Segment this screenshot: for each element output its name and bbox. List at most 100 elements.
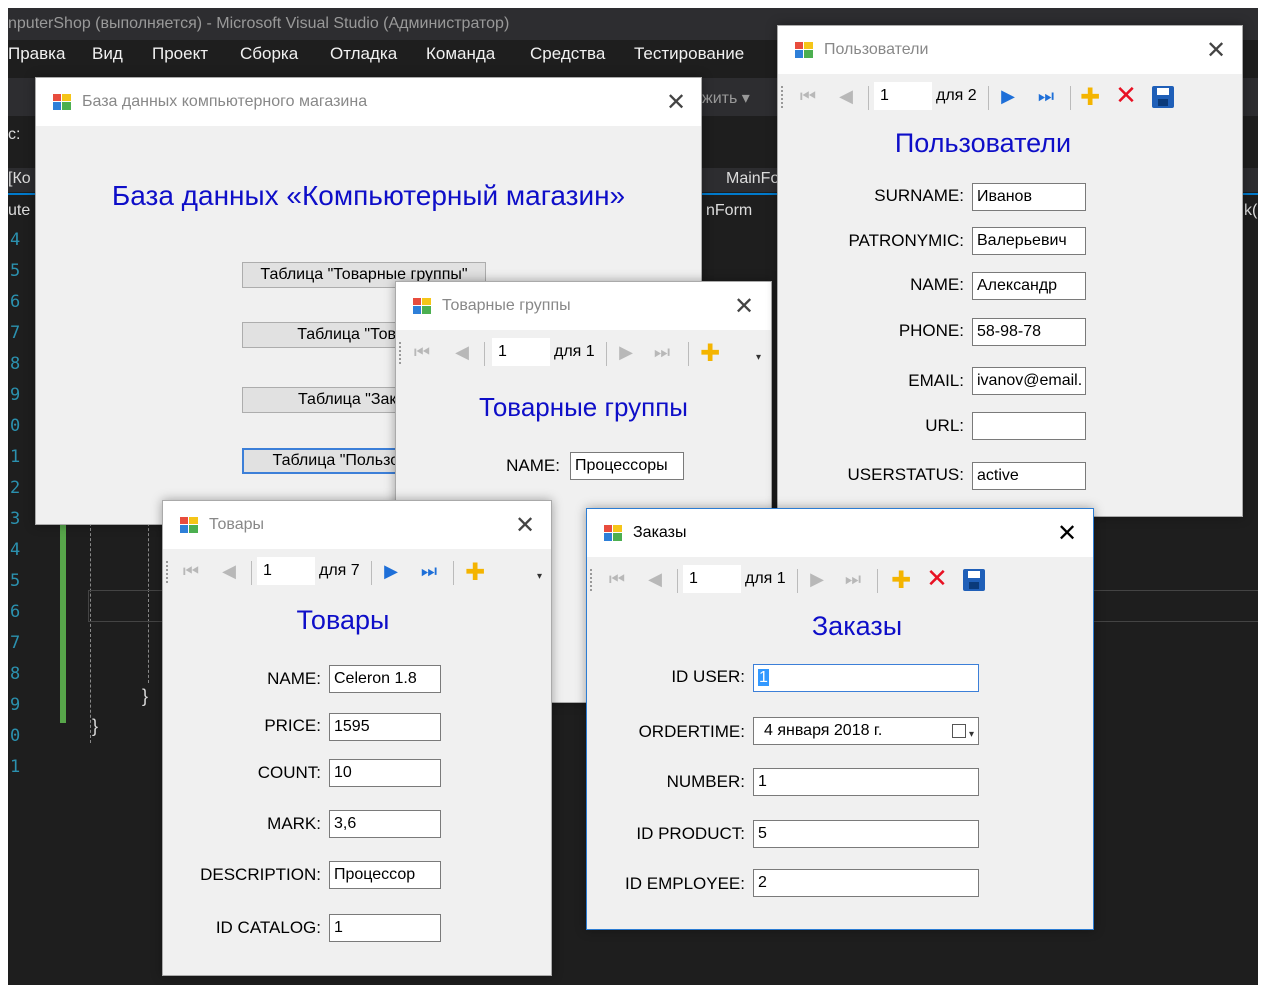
- group-name-field[interactable]: Процессоры: [570, 452, 684, 480]
- phone-field[interactable]: 58-98-78: [972, 318, 1086, 346]
- line-number: 8: [10, 354, 21, 374]
- move-previous-icon[interactable]: ◀: [834, 85, 858, 109]
- product-name-field[interactable]: Celeron 1.8: [329, 665, 441, 693]
- toolbar-separator: [484, 342, 485, 366]
- id-product-field[interactable]: 5: [753, 820, 979, 848]
- vs-menu-team[interactable]: Команда: [426, 44, 495, 64]
- description-field[interactable]: Процессор: [329, 861, 441, 889]
- save-icon[interactable]: [963, 569, 985, 591]
- winforms-app-icon: [180, 517, 198, 533]
- name-label: NAME:: [267, 669, 321, 688]
- move-next-icon[interactable]: ▶: [805, 568, 829, 592]
- count-field[interactable]: 10: [329, 759, 441, 787]
- id-catalog-label: ID CATALOG:: [215, 918, 321, 937]
- id-user-field[interactable]: 1: [753, 664, 979, 692]
- count-label: для 2: [936, 87, 977, 104]
- vs-menu-build[interactable]: Сборка: [240, 44, 298, 64]
- line-number: 6: [10, 602, 21, 622]
- position-input[interactable]: 1: [492, 338, 550, 366]
- close-icon[interactable]: ✕: [728, 290, 760, 322]
- users-heading: Пользователи: [894, 128, 1072, 158]
- vs-indent-guide: [90, 523, 91, 743]
- surname-label: SURNAME:: [874, 186, 964, 205]
- id-catalog-field[interactable]: 1: [329, 914, 441, 942]
- count-label: для 1: [745, 570, 786, 587]
- overflow-icon[interactable]: ▾: [537, 571, 547, 583]
- line-number: 0: [10, 416, 21, 436]
- groups-form-title-bar[interactable]: Товарные группы ✕: [396, 282, 771, 330]
- position-input[interactable]: 1: [874, 82, 932, 110]
- vs-code-brace: }: [142, 686, 149, 706]
- move-previous-icon[interactable]: ◀: [217, 560, 241, 584]
- winforms-app-icon: [53, 94, 71, 110]
- add-new-icon[interactable]: ✚: [889, 568, 913, 592]
- vs-tab-left[interactable]: [Ко: [8, 170, 31, 188]
- userstatus-field[interactable]: active: [972, 462, 1086, 490]
- move-first-icon[interactable]: ⏮: [605, 568, 629, 592]
- chevron-down-icon: ▾: [968, 729, 974, 740]
- ordertime-datepicker[interactable]: 4 января 2018 г. ▾: [753, 717, 979, 745]
- main-form-title-bar[interactable]: База данных компьютерного магазина ✕: [36, 78, 701, 126]
- move-first-icon[interactable]: ⏮: [796, 85, 820, 109]
- move-first-icon[interactable]: ⏮: [410, 341, 434, 365]
- products-binding-navigator: ⏮ ◀ 1 для 7 ▶ ⏭ ✚ ▾: [163, 549, 551, 595]
- count-field-label: COUNT:: [257, 763, 321, 782]
- vs-code-brace: }: [92, 716, 99, 736]
- add-new-icon[interactable]: ✚: [1078, 85, 1102, 109]
- move-first-icon[interactable]: ⏮: [179, 560, 203, 584]
- vs-menu-tools[interactable]: Средства: [530, 44, 605, 64]
- number-label: NUMBER:: [666, 772, 745, 791]
- move-last-icon[interactable]: ⏭: [841, 568, 865, 592]
- close-icon[interactable]: ✕: [1051, 517, 1083, 549]
- mark-field[interactable]: 3,6: [329, 810, 441, 838]
- mark-label: MARK:: [267, 814, 321, 833]
- position-input[interactable]: 1: [257, 557, 315, 585]
- users-form-title-bar[interactable]: Пользователи ✕: [778, 26, 1242, 74]
- patronymic-field[interactable]: Валерьевич: [972, 227, 1086, 255]
- vs-menu-debug[interactable]: Отладка: [330, 44, 397, 64]
- vs-menu-edit[interactable]: Правка: [8, 44, 65, 64]
- user-name-field[interactable]: Александр: [972, 272, 1086, 300]
- products-form-title-bar[interactable]: Товары ✕: [163, 501, 551, 549]
- move-previous-icon[interactable]: ◀: [450, 341, 474, 365]
- close-icon[interactable]: ✕: [509, 509, 541, 541]
- vs-menu-test[interactable]: Тестирование: [634, 44, 744, 64]
- move-previous-icon[interactable]: ◀: [643, 568, 667, 592]
- save-icon[interactable]: [1152, 86, 1174, 108]
- overflow-icon[interactable]: ▾: [756, 352, 766, 364]
- toolbar-separator: [868, 86, 869, 110]
- vs-toolbar-start-button[interactable]: жить ▾: [702, 88, 750, 108]
- add-new-icon[interactable]: ✚: [698, 341, 722, 365]
- email-field[interactable]: ivanov@email.: [972, 367, 1086, 395]
- vs-crumb-mainform: nForm: [706, 202, 753, 219]
- move-last-icon[interactable]: ⏭: [1034, 85, 1058, 109]
- surname-field[interactable]: Иванов: [972, 183, 1086, 211]
- move-last-icon[interactable]: ⏭: [650, 341, 674, 365]
- price-field[interactable]: 1595: [329, 713, 441, 741]
- toolbar-separator: [988, 86, 989, 110]
- line-number: 1: [10, 757, 21, 777]
- toolbar-separator: [877, 569, 878, 593]
- move-next-icon[interactable]: ▶: [614, 341, 638, 365]
- move-next-icon[interactable]: ▶: [379, 560, 403, 584]
- position-input[interactable]: 1: [683, 565, 741, 593]
- vs-menu-view[interactable]: Вид: [92, 44, 123, 64]
- delete-icon[interactable]: ✕: [1114, 83, 1138, 109]
- orders-form-title-bar[interactable]: Заказы ✕: [587, 509, 1093, 557]
- url-field[interactable]: [972, 412, 1086, 440]
- vs-tab-mainform[interactable]: MainFo: [726, 170, 779, 188]
- toolbar-separator: [251, 561, 252, 585]
- delete-icon[interactable]: ✕: [925, 566, 949, 592]
- vs-menu-project[interactable]: Проект: [152, 44, 208, 64]
- toolbar-separator: [677, 569, 678, 593]
- add-new-icon[interactable]: ✚: [463, 560, 487, 584]
- move-next-icon[interactable]: ▶: [996, 85, 1020, 109]
- move-last-icon[interactable]: ⏭: [417, 560, 441, 584]
- close-icon[interactable]: ✕: [1200, 34, 1232, 66]
- vs-cs-label: с:: [8, 126, 21, 143]
- id-employee-field[interactable]: 2: [753, 869, 979, 897]
- number-field[interactable]: 1: [753, 768, 979, 796]
- count-label: для 1: [554, 343, 595, 360]
- calendar-icon: [952, 724, 966, 738]
- close-icon[interactable]: ✕: [660, 86, 692, 118]
